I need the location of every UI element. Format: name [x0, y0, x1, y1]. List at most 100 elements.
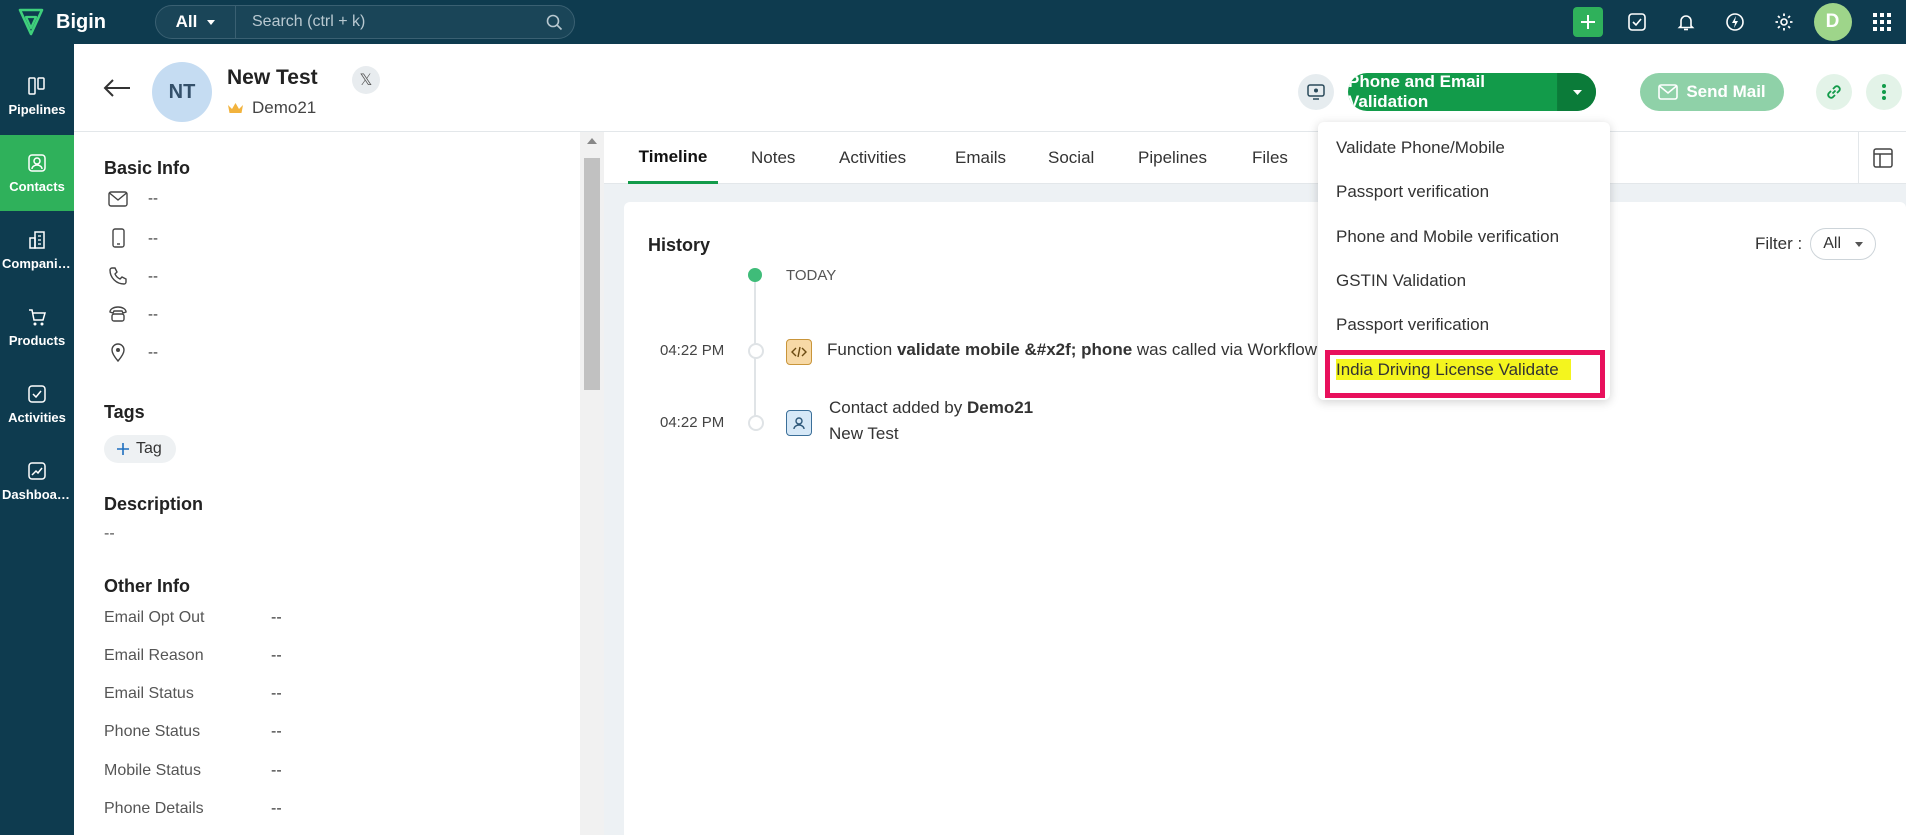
nav-item-companies[interactable]: Companies: [0, 212, 74, 288]
description-value: --: [104, 525, 115, 542]
nav-label: Pipelines: [8, 101, 66, 117]
other-info-row: Phone Details --: [104, 800, 464, 818]
screen-share-button[interactable]: [1298, 74, 1334, 110]
history-title: History: [648, 235, 711, 255]
search-icon[interactable]: [534, 14, 574, 31]
event-time: 04:22 PM: [660, 342, 725, 359]
app-logo[interactable]: Bigin: [18, 8, 106, 36]
nav-item-activities[interactable]: Activities: [0, 366, 74, 442]
details-scrollbar[interactable]: [580, 132, 604, 835]
field-label: Mobile Status: [104, 762, 201, 779]
field-label: Phone Status: [104, 723, 201, 740]
code-function-icon: [786, 339, 812, 365]
telephone-icon: [109, 306, 127, 322]
other-info-row: Email Opt Out --: [104, 609, 464, 627]
menu-item-phone-mobile-verification[interactable]: Phone and Mobile verification: [1336, 227, 1559, 247]
send-mail-button[interactable]: Send Mail: [1640, 73, 1784, 111]
other-info-row: Phone Status --: [104, 723, 464, 741]
landline-row: --: [108, 304, 158, 324]
today-marker: [748, 268, 762, 282]
notifications-button[interactable]: [1661, 0, 1710, 44]
record-activity-panel: Timeline Notes Activities Emails Social …: [604, 132, 1906, 835]
filter-label: Filter :: [1754, 234, 1803, 253]
lightning-icon: [1725, 13, 1744, 31]
nav-item-pipelines[interactable]: Pipelines: [0, 58, 74, 134]
signals-button[interactable]: [1710, 0, 1759, 44]
customize-tabs-button[interactable]: [1858, 132, 1906, 184]
nav-label: Companies: [2, 255, 72, 271]
tasks-button[interactable]: [1612, 0, 1661, 44]
field-value: --: [271, 723, 282, 740]
nav-item-dashboards[interactable]: Dashboards: [0, 443, 74, 519]
contact-card-icon: [786, 410, 812, 436]
event-time: 04:22 PM: [660, 414, 725, 431]
gear-icon: [1775, 13, 1792, 31]
add-tag-button[interactable]: Tag: [104, 435, 176, 463]
tab-emails[interactable]: Emails: [955, 132, 1006, 184]
phone-row: --: [108, 266, 158, 286]
more-options-button[interactable]: [1866, 74, 1902, 110]
description-title: Description: [104, 494, 204, 514]
top-bar-actions: D: [1563, 0, 1906, 44]
today-label: TODAY: [786, 267, 837, 284]
global-search: All: [155, 5, 575, 39]
record-tabs: Timeline Notes Activities Emails Social …: [604, 132, 1906, 184]
nav-item-contacts[interactable]: Contacts: [0, 135, 74, 211]
other-info-row: Email Reason --: [104, 647, 464, 665]
plus-icon: [1572, 7, 1603, 37]
primary-action-dropdown-toggle[interactable]: [1558, 73, 1596, 111]
menu-item-validate-phone-mobile[interactable]: Validate Phone/Mobile: [1336, 138, 1505, 158]
menu-item-gstin-validation[interactable]: GSTIN Validation: [1336, 271, 1466, 291]
search-scope-select[interactable]: All: [156, 6, 236, 38]
event-owner-name: Demo21: [966, 398, 1034, 417]
field-value: --: [271, 800, 282, 817]
filter-value: All: [1823, 235, 1841, 252]
history-filter: Filter : All: [1755, 228, 1876, 260]
tab-social[interactable]: Social: [1048, 132, 1094, 184]
pipelines-icon: [28, 76, 45, 95]
x-social-icon[interactable]: 𝕏: [352, 66, 380, 94]
search-input[interactable]: [236, 6, 534, 38]
tab-activities[interactable]: Activities: [839, 132, 906, 184]
filter-select[interactable]: All: [1810, 228, 1876, 260]
event-record-link[interactable]: New Test: [829, 424, 899, 444]
nav-item-products[interactable]: Products: [0, 289, 74, 365]
dashboards-icon: [28, 461, 46, 480]
link-icon: [1827, 85, 1841, 99]
event-marker: [748, 415, 764, 431]
tab-timeline[interactable]: Timeline: [628, 132, 718, 184]
app-name: Bigin: [56, 10, 106, 33]
event-text: Contact added by Demo21: [829, 398, 1033, 418]
address-value: --: [148, 343, 158, 361]
field-label: Email Status: [104, 685, 194, 702]
menu-item-passport-verification-2[interactable]: Passport verification: [1336, 315, 1489, 335]
user-profile-button[interactable]: D: [1808, 0, 1857, 44]
tab-pipelines[interactable]: Pipelines: [1138, 132, 1207, 184]
companies-icon: [29, 230, 45, 249]
top-bar: Bigin All D: [0, 0, 1906, 44]
event-prefix: Function: [827, 340, 897, 359]
tab-files[interactable]: Files: [1252, 132, 1288, 184]
search-scope-label: All: [175, 12, 198, 31]
menu-item-passport-verification[interactable]: Passport verification: [1336, 182, 1489, 202]
link-button[interactable]: [1816, 74, 1852, 110]
record-avatar[interactable]: NT: [152, 62, 212, 122]
record-name: New Test: [227, 66, 318, 89]
menu-item-india-driving-license-validate[interactable]: India Driving License Validate: [1336, 359, 1571, 380]
event-text: Function validate mobile &#x2f; phone wa…: [827, 340, 1317, 360]
quick-create-button[interactable]: [1563, 0, 1612, 44]
activities-icon: [28, 384, 46, 403]
app-switcher-button[interactable]: [1857, 0, 1906, 44]
scrollbar-thumb[interactable]: [584, 158, 600, 390]
settings-button[interactable]: [1759, 0, 1808, 44]
phone-value: --: [148, 267, 158, 285]
grid-apps-icon: [1872, 13, 1891, 31]
back-arrow-icon[interactable]: [102, 78, 132, 103]
primary-action-button[interactable]: Phone and Email Validation: [1348, 73, 1558, 111]
landline-value: --: [148, 305, 158, 323]
more-vertical-icon: [1882, 84, 1886, 100]
field-label: Email Opt Out: [104, 609, 205, 626]
nav-label: Products: [8, 332, 66, 348]
scroll-up-icon[interactable]: [587, 138, 597, 144]
tab-notes[interactable]: Notes: [751, 132, 795, 184]
